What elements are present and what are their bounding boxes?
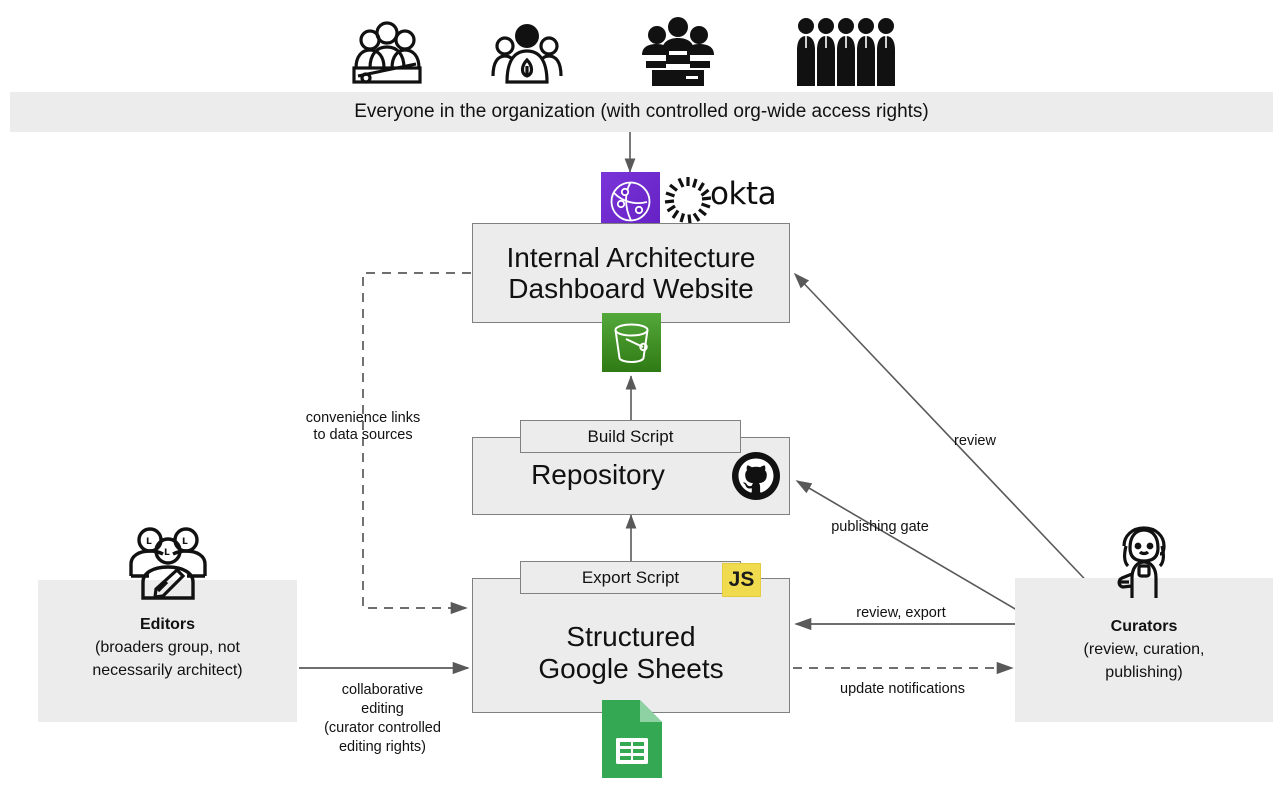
banner-icon-team-member-badge [487,14,567,86]
svg-text:L: L [182,537,188,547]
edge-label-publishing-gate: publishing gate [831,519,929,535]
group-editors-subtitle: (broaders group, not necessarily archite… [92,639,243,680]
editors-people-pencil-icon: L L L [125,518,211,600]
okta-wordmark: okta [710,176,777,212]
org-banner-label: Everyone in the organization (with contr… [354,101,929,122]
node-dashboard-website[interactable]: Internal Architecture Dashboard Website [472,223,790,323]
group-curators-text: Curators (review, curation, publishing) [1015,615,1273,685]
node-repository-label: Repository [531,459,665,490]
group-editors-text: Editors (broaders group, not necessarily… [38,613,297,683]
node-sheets-label: Structured Google Sheets [538,621,724,684]
group-curators-subtitle: (review, curation, publishing) [1083,641,1205,682]
org-banner: Everyone in the organization (with contr… [10,92,1273,132]
s3-bucket-icon [602,313,661,372]
edge-label-update-notifications: update notifications [840,681,965,697]
architecture-diagram: Everyone in the organization (with contr… [0,0,1283,793]
javascript-logo-text: JS [728,568,755,591]
edge-curators-publishing-gate [795,480,1018,611]
javascript-logo-icon: JS [722,563,761,597]
github-logo-icon [732,452,780,500]
banner-icon-row-of-people [795,14,895,86]
node-build-script[interactable]: Build Script [520,420,741,453]
group-editors-title: Editors [139,616,196,633]
edge-label-review: review [954,433,996,449]
google-sheets-icon [602,700,662,778]
edge-label-collaborative-editing: collaborative editing (curator controlle… [324,682,441,755]
node-export-script[interactable]: Export Script [520,561,741,594]
node-structured-google-sheets[interactable]: Structured Google Sheets [472,578,790,713]
banner-icon-group-of-people [348,14,426,86]
svg-text:L: L [164,548,170,558]
group-curators-title: Curators [1110,618,1178,635]
okta-burst-icon [664,176,712,224]
svg-text:L: L [146,537,152,547]
curator-person-icon [1110,526,1178,600]
node-dashboard-label: Internal Architecture Dashboard Website [506,241,756,304]
banner-icon-team-podium [640,14,716,86]
edge-label-review-export: review, export [856,605,946,621]
node-export-script-label: Export Script [581,567,680,587]
node-build-script-label: Build Script [587,426,674,446]
edge-label-convenience-links: convenience links to data sources [305,410,421,444]
